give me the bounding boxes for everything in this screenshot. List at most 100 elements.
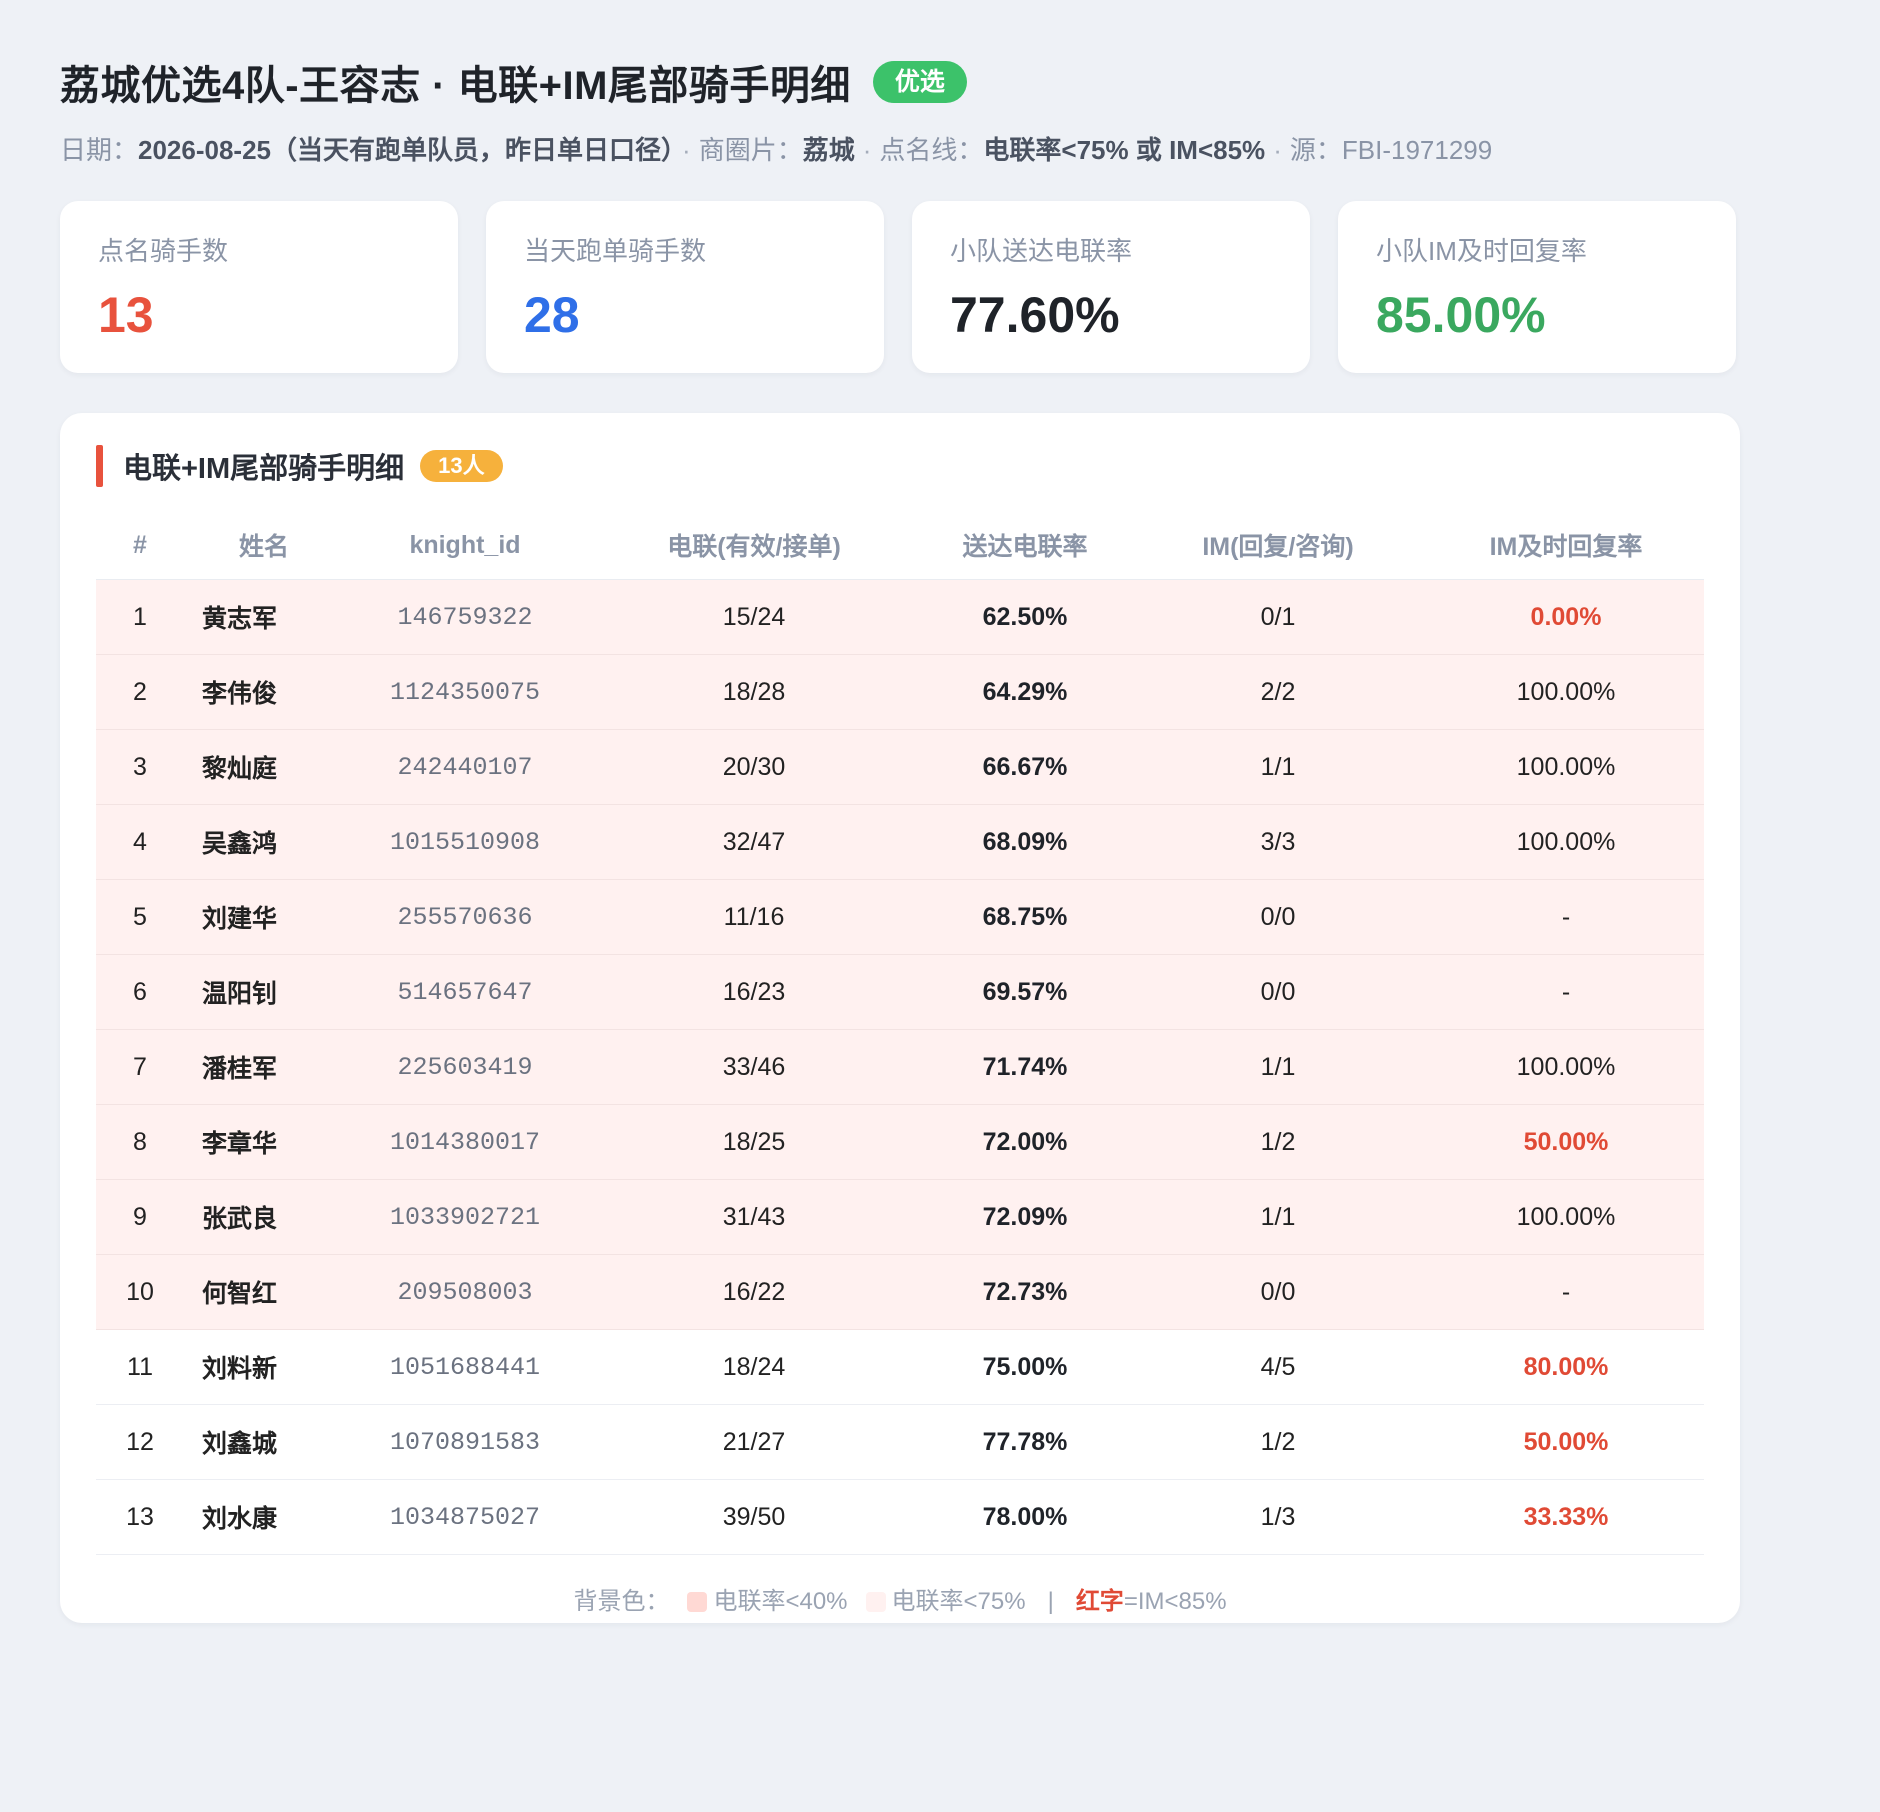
legend-red-word: 红字 xyxy=(1075,1588,1124,1615)
im-count-cell: 0/0 xyxy=(1128,1254,1428,1330)
call-count-cell: 11/16 xyxy=(586,879,922,955)
table-row: 4 吴鑫鸿 1015510908 32/47 68.09% 3/3 100.00% xyxy=(96,804,1704,880)
count-badge: 13人 xyxy=(420,450,503,482)
kpi-value: 28 xyxy=(524,287,580,343)
row-index-cell: 4 xyxy=(96,804,184,880)
table-row: 1 黄志军 146759322 15/24 62.50% 0/1 0.00% xyxy=(96,579,1704,655)
knight-id-cell: 1034875027 xyxy=(344,1479,586,1555)
call-count-cell: 16/23 xyxy=(586,954,922,1030)
call-count-cell: 18/24 xyxy=(586,1329,922,1405)
rider-name-cell: 刘鑫城 xyxy=(184,1404,344,1480)
legend-prefix: 背景色： xyxy=(573,1588,670,1615)
column-header-call: 电联(有效/接单) xyxy=(586,511,922,580)
call-count-cell: 15/24 xyxy=(586,579,922,655)
table-row: 8 李章华 1014380017 18/25 72.00% 1/2 50.00% xyxy=(96,1104,1704,1180)
call-rate-cell: 78.00% xyxy=(922,1479,1128,1555)
row-index-cell: 8 xyxy=(96,1104,184,1180)
call-rate-cell: 71.74% xyxy=(922,1029,1128,1105)
rider-name-cell: 李章华 xyxy=(184,1104,344,1180)
call-rate-cell: 69.57% xyxy=(922,954,1128,1030)
separator: · xyxy=(682,135,691,165)
im-count-cell: 0/0 xyxy=(1128,879,1428,955)
table-header: # 姓名 knight_id 电联(有效/接单) 送达电联率 IM(回复/咨询)… xyxy=(96,511,1704,580)
row-index-cell: 11 xyxy=(96,1329,184,1405)
call-rate-cell: 66.67% xyxy=(922,729,1128,805)
im-rate-cell: - xyxy=(1428,954,1704,1030)
knight-id-cell: 146759322 xyxy=(344,579,586,655)
knight-id-cell: 1051688441 xyxy=(344,1329,586,1405)
separator: · xyxy=(862,135,872,165)
call-count-cell: 31/43 xyxy=(586,1179,922,1255)
row-index-cell: 10 xyxy=(96,1254,184,1330)
title-row: 荔城优选4队-王容志 · 电联+IM尾部骑手明细 优选 xyxy=(60,52,1820,112)
rider-name-cell: 黎灿庭 xyxy=(184,729,344,805)
legend-red-rest: =IM<85% xyxy=(1123,1588,1227,1615)
legend-swatch-low xyxy=(687,1592,708,1612)
kpi-label: 当天跑单骑手数 xyxy=(524,236,707,266)
call-count-cell: 20/30 xyxy=(586,729,922,805)
table-row: 7 潘桂军 225603419 33/46 71.74% 1/1 100.00% xyxy=(96,1029,1704,1105)
area-label: 商圈片： xyxy=(698,135,803,165)
knight-id-cell: 514657647 xyxy=(344,954,586,1030)
rider-table: # 姓名 knight_id 电联(有效/接单) 送达电联率 IM(回复/咨询)… xyxy=(96,511,1704,1555)
rider-name-cell: 李伟俊 xyxy=(184,654,344,730)
rider-name-cell: 潘桂军 xyxy=(184,1029,344,1105)
table-row: 3 黎灿庭 242440107 20/30 66.67% 1/1 100.00% xyxy=(96,729,1704,805)
column-header-im-rate: IM及时回复率 xyxy=(1428,511,1704,580)
rider-name-cell: 刘水康 xyxy=(184,1479,344,1555)
rider-name-cell: 何智红 xyxy=(184,1254,344,1330)
column-header-index: # xyxy=(96,511,184,580)
table-body: 1 黄志军 146759322 15/24 62.50% 0/1 0.00% 2 李伟俊 1124… xyxy=(96,579,1704,1555)
section-header: 电联+IM尾部骑手明细 13人 xyxy=(96,445,1704,487)
threshold-label: 点名线： xyxy=(879,135,984,165)
column-header-im: IM(回复/咨询) xyxy=(1128,511,1428,580)
im-count-cell: 0/1 xyxy=(1128,579,1428,655)
call-count-cell: 21/27 xyxy=(586,1404,922,1480)
im-count-cell: 1/3 xyxy=(1128,1479,1428,1555)
call-count-cell: 32/47 xyxy=(586,804,922,880)
im-rate-cell: 50.00% xyxy=(1428,1104,1704,1180)
im-rate-cell: 100.00% xyxy=(1428,1029,1704,1105)
column-header-name: 姓名 xyxy=(184,511,344,580)
im-rate-cell: 100.00% xyxy=(1428,729,1704,805)
kpi-card-im-rate: 小队IM及时回复率 85.00% xyxy=(1338,201,1736,373)
im-rate-cell: 33.33% xyxy=(1428,1479,1704,1555)
call-rate-cell: 62.50% xyxy=(922,579,1128,655)
call-rate-cell: 72.00% xyxy=(922,1104,1128,1180)
rider-name-cell: 黄志军 xyxy=(184,579,344,655)
call-count-cell: 39/50 xyxy=(586,1479,922,1555)
kpi-value: 77.60% xyxy=(950,287,1120,343)
kpi-card-called-riders: 点名骑手数 13 xyxy=(60,201,458,373)
call-rate-cell: 64.29% xyxy=(922,654,1128,730)
section-accent-bar xyxy=(96,445,103,487)
kpi-card-active-riders: 当天跑单骑手数 28 xyxy=(486,201,884,373)
im-rate-cell: - xyxy=(1428,1254,1704,1330)
im-rate-cell: 100.00% xyxy=(1428,804,1704,880)
date-value: 2026-08-25（当天有跑单队员，昨日单日口径） xyxy=(138,135,675,165)
row-index-cell: 9 xyxy=(96,1179,184,1255)
table-row: 5 刘建华 255570636 11/16 68.75% 0/0- xyxy=(96,879,1704,955)
rider-name-cell: 温阳钊 xyxy=(184,954,344,1030)
knight-id-cell: 225603419 xyxy=(344,1029,586,1105)
separator: · xyxy=(1273,135,1282,165)
im-count-cell: 1/1 xyxy=(1128,1029,1428,1105)
threshold-value: 电联率<75% 或 IM<85% xyxy=(983,135,1266,165)
legend-divider: | xyxy=(1047,1588,1054,1615)
row-index-cell: 3 xyxy=(96,729,184,805)
column-header-knight-id: knight_id xyxy=(344,511,586,580)
im-rate-cell: 50.00% xyxy=(1428,1404,1704,1480)
table-row: 2 李伟俊 1124350075 18/28 64.29% 2/2 100.00% xyxy=(96,654,1704,730)
im-count-cell: 1/2 xyxy=(1128,1404,1428,1480)
im-rate-cell: 80.00% xyxy=(1428,1329,1704,1405)
legend: 背景色： 电联率<40% 电联率<75% | 红字=IM<85% xyxy=(96,1581,1704,1616)
section-title: 电联+IM尾部骑手明细 xyxy=(123,453,405,485)
im-count-cell: 3/3 xyxy=(1128,804,1428,880)
kpi-cards: 点名骑手数 13 当天跑单骑手数 28 小队送达电联率 77.60% 小队IM及… xyxy=(60,201,1820,373)
table-row: 11 刘料新 1051688441 18/24 75.00% 4/5 80.00% xyxy=(96,1329,1704,1405)
im-count-cell: 1/1 xyxy=(1128,729,1428,805)
knight-id-cell: 1124350075 xyxy=(344,654,586,730)
row-index-cell: 5 xyxy=(96,879,184,955)
im-count-cell: 1/1 xyxy=(1128,1179,1428,1255)
date-label: 日期： xyxy=(60,135,139,165)
im-count-cell: 0/0 xyxy=(1128,954,1428,1030)
